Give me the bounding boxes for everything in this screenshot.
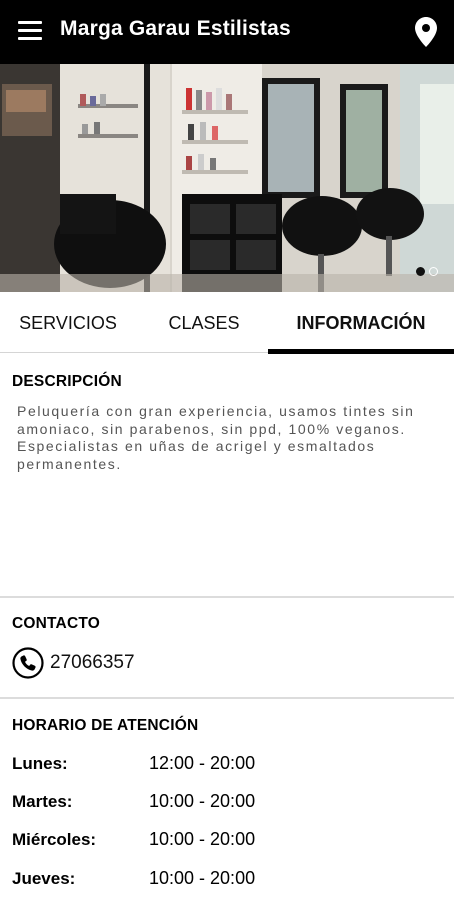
description-title: DESCRIPCIÓN — [12, 373, 122, 390]
hours-time-value: 10:00 - 20:00 — [149, 868, 256, 888]
active-tab-indicator — [268, 349, 454, 354]
hours-title: HORARIO DE ATENCIÓN — [12, 717, 199, 734]
tab-servicios[interactable]: SERVICIOS — [0, 292, 136, 354]
description-text: Peluquería con gran experiencia, usamos … — [17, 403, 415, 472]
map-pin-icon[interactable] — [415, 17, 437, 47]
hours-day-label: Martes: — [12, 792, 73, 811]
hours-time-value: 10:00 - 20:00 — [149, 791, 256, 811]
salon-photo-carousel[interactable] — [0, 64, 454, 292]
hours-day-label: Miércoles: — [12, 830, 97, 849]
tab-clases[interactable]: CLASES — [136, 292, 272, 354]
phone-icon — [12, 647, 44, 679]
carousel-dot-active[interactable] — [416, 267, 425, 276]
phone-contact[interactable]: 27066357 — [12, 646, 135, 680]
hours-time-value: 10:00 - 20:00 — [149, 829, 256, 849]
phone-number: 27066357 — [50, 652, 135, 673]
tab-informacion[interactable]: INFORMACIÓN — [268, 292, 454, 354]
app-bar: Marga Garau Estilistas — [0, 0, 454, 64]
hours-day-label: Lunes: — [12, 754, 68, 773]
hours-day-label: Jueves: — [12, 869, 76, 888]
tab-bar: SERVICIOS CLASES INFORMACIÓN — [0, 292, 454, 354]
section-divider — [0, 596, 454, 598]
carousel-dot[interactable] — [429, 267, 438, 276]
salon-interior-image — [0, 64, 454, 292]
app-title: Marga Garau Estilistas — [60, 17, 291, 40]
section-divider — [0, 697, 454, 699]
carousel-indicator — [416, 267, 438, 276]
hamburger-menu-icon[interactable] — [18, 21, 42, 41]
hours-time-value: 12:00 - 20:00 — [149, 753, 256, 773]
contact-title: CONTACTO — [12, 615, 100, 632]
